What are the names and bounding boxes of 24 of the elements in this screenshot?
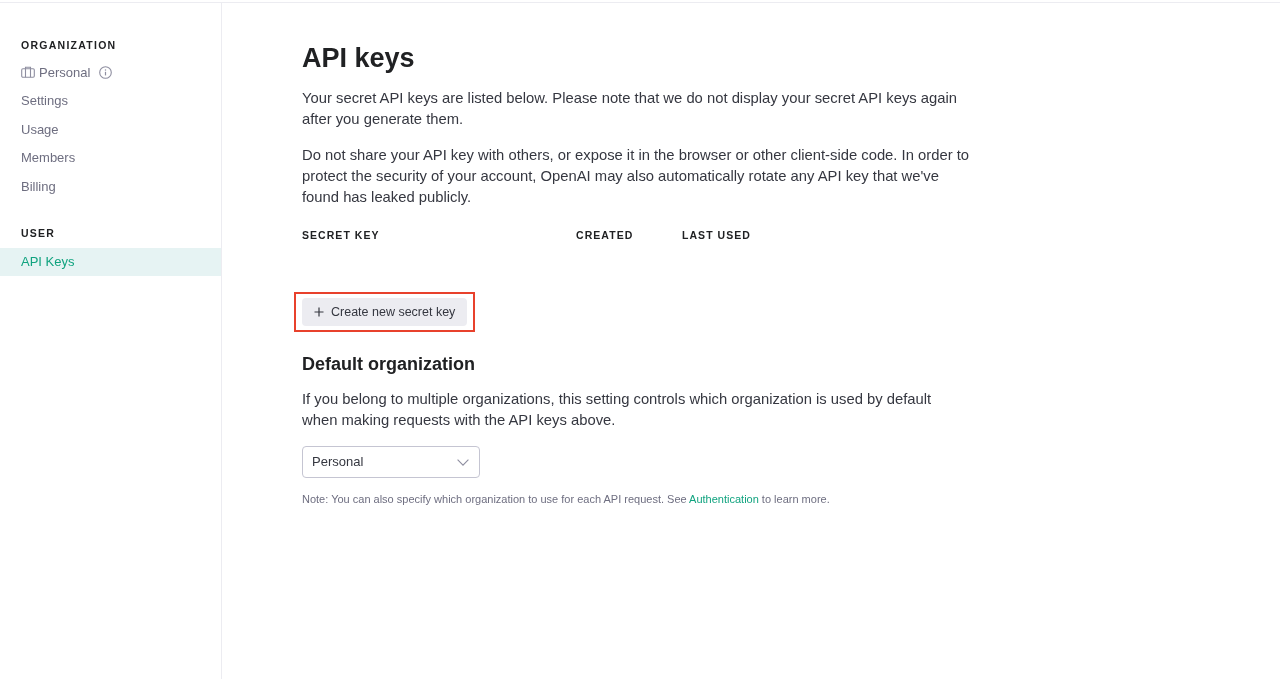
description-text: If you belong to multiple organizations, this setting controls which organization is used by default when making requests with the API keys above. (302, 390, 933, 430)
sidebar-item[interactable]: Personal (0, 58, 221, 87)
column-header: LAST USED (682, 228, 752, 242)
section-heading: USER (20, 225, 57, 240)
sidebar-item[interactable]: Usage (0, 115, 221, 144)
sidebar-item[interactable]: API Keys (0, 247, 221, 276)
plus-icon (314, 307, 324, 317)
section-title: Default organization (302, 353, 476, 376)
organization-select[interactable]: Personal (302, 446, 480, 478)
description-text: Do not share your API key with others, or expose it in the browser or other client-side code. In order to protect the security of your account, OpenAI may also automatically rotate any API key that we've found has leaked publicly. (302, 146, 971, 207)
sidebar-item[interactable]: Settings (0, 86, 221, 115)
chevron-down-icon (457, 458, 469, 466)
briefcase-icon (21, 66, 35, 79)
column-header: SECRET KEY (302, 228, 381, 242)
create-key-button[interactable]: Create new secret key (302, 298, 468, 326)
sidebar-item[interactable]: Members (0, 143, 221, 172)
sidebar-item[interactable]: Billing (0, 172, 221, 201)
column-header: CREATED (576, 228, 635, 242)
section-heading: ORGANIZATION (20, 38, 118, 52)
page-title: API keys (302, 42, 416, 75)
description-text: Your secret API keys are listed below. Please note that we do not display your secret API keys again after you generate them. (302, 89, 958, 129)
info-icon (99, 65, 113, 79)
authentication-link[interactable]: Authentication (689, 493, 759, 505)
note-text: Note: You can also specify which organization to use for each API request. See Authentication to learn more. (302, 492, 831, 507)
